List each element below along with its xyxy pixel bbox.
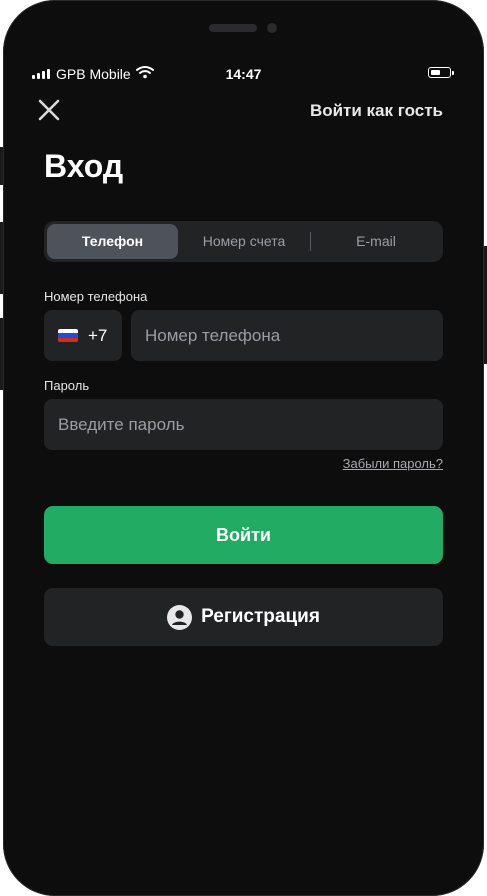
phone-screen: GPB Mobile 14:47 Войти как гость Вход Те… — [3, 0, 484, 896]
register-button[interactable]: Регистрация — [44, 588, 443, 646]
forgot-password-link[interactable]: Забыли пароль? — [343, 456, 443, 471]
russia-flag-icon — [58, 329, 78, 342]
register-label: Регистрация — [201, 606, 320, 627]
login-as-guest-link[interactable]: Войти как гость — [310, 101, 443, 121]
login-method-tabs: Телефон Номер счета E-mail — [44, 221, 443, 262]
battery-icon — [428, 67, 454, 78]
tab-phone[interactable]: Телефон — [47, 224, 178, 259]
country-code: +7 — [88, 325, 108, 345]
front-camera — [267, 23, 277, 33]
tab-account-number[interactable]: Номер счета — [179, 224, 309, 259]
phone-label: Номер телефона — [44, 289, 148, 304]
phone-input[interactable] — [131, 310, 443, 361]
close-button[interactable] — [36, 97, 62, 123]
page-title: Вход — [44, 148, 124, 184]
user-circle-icon — [167, 604, 193, 630]
login-button[interactable]: Войти — [44, 506, 443, 564]
clock: 14:47 — [225, 66, 262, 82]
tab-email[interactable]: E-mail — [311, 224, 441, 259]
password-input[interactable] — [44, 399, 443, 450]
speaker — [209, 24, 257, 32]
status-bar: GPB Mobile 14:47 — [3, 64, 484, 84]
country-code-selector[interactable]: +7 — [44, 310, 122, 361]
close-icon — [38, 99, 60, 121]
password-label: Пароль — [44, 378, 90, 393]
